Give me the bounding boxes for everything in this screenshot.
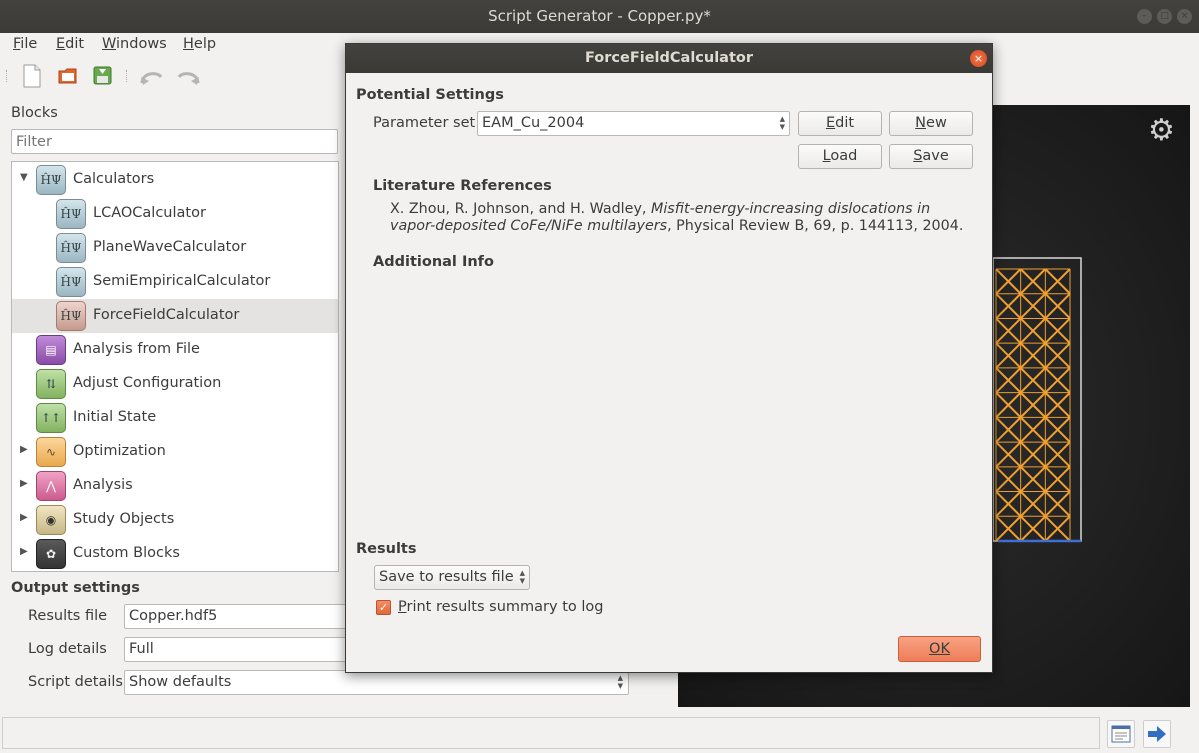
script-details-value: Show defaults [129,674,232,690]
log-window-icon[interactable] [1107,720,1135,748]
tree-item-initial-state[interactable]: ↑↑ Initial State [12,401,338,435]
tree-item-label: LCAOCalculator [93,205,206,221]
reference-journal: , Physical Review B, 69, p. 144113, 2004… [667,218,964,234]
tree-item-study-objects[interactable]: ▶ ◉ Study Objects [12,503,338,537]
send-arrow-icon[interactable] [1143,720,1171,748]
tree-item-label: Optimization [73,443,166,459]
potential-settings-heading: Potential Settings [356,87,504,103]
updown-arrows-icon: ▲ ▼ [519,569,525,585]
tree-item-calculators[interactable]: ▼ ĤΨ Calculators [12,163,338,197]
optimization-icon: ∿ [36,437,66,467]
results-file-input[interactable]: Copper.hdf5 [124,604,354,629]
load-button[interactable]: Load [798,144,882,169]
adjust-sliders-icon: ⇅ [36,369,66,399]
main-window-titlebar: Script Generator - Copper.py* – □ × [0,0,1199,33]
print-summary-checkbox[interactable]: ✓ [376,600,391,615]
tree-item-label: SemiEmpiricalCalculator [93,273,271,289]
new-file-icon[interactable] [22,64,42,88]
results-mode-select[interactable]: Save to results file ▲ ▼ [374,565,530,590]
tree-item-label: Adjust Configuration [73,375,222,391]
initial-state-icon: ↑↑ [36,403,66,433]
close-icon[interactable]: × [970,50,987,67]
tree-item-semiempirical[interactable]: ĤΨ SemiEmpiricalCalculator [12,265,338,299]
parameter-set-select[interactable]: EAM_Cu_2004 ▲ ▼ [477,111,790,136]
script-details-select[interactable]: Show defaults ▲ ▼ [124,670,629,695]
results-heading: Results [356,541,417,557]
tree-item-label: Calculators [73,171,155,187]
blocks-tree: ▼ ĤΨ Calculators ĤΨ LCAOCalculator ĤΨ Pl… [11,161,339,572]
save-button[interactable]: Save [889,144,973,169]
chevron-right-icon[interactable]: ▶ [20,478,28,489]
chevron-right-icon[interactable]: ▶ [20,546,28,557]
menu-help[interactable]: Help [183,36,216,52]
parameter-set-label: Parameter set [373,115,476,131]
tree-item-label: PlaneWaveCalculator [93,239,247,255]
ok-button-label: OK [929,641,950,657]
tree-item-forcefield[interactable]: ĤΨ ForceFieldCalculator [12,299,338,333]
edit-button[interactable]: Edit [798,111,882,136]
output-settings-heading: Output settings [11,580,140,596]
maximize-icon[interactable]: □ [1157,9,1172,24]
calculator-icon: ĤΨ [56,199,86,229]
reference-authors: X. Zhou, R. Johnson, and H. Wadley, [390,201,651,217]
filter-input[interactable] [11,129,338,154]
status-bar [2,717,1100,749]
tree-item-label: Analysis from File [73,341,200,357]
menu-file[interactable]: File [13,36,37,52]
analysis-icon: ⋀ [36,471,66,501]
study-objects-icon: ◉ [36,505,66,535]
forcefield-calculator-icon: ĤΨ [56,301,86,331]
undo-icon[interactable] [139,67,165,87]
blocks-heading: Blocks [11,105,58,121]
palette-icon: ✿ [36,539,66,569]
open-folder-icon[interactable] [58,66,78,86]
tree-item-planewave[interactable]: ĤΨ PlaneWaveCalculator [12,231,338,265]
menu-edit[interactable]: Edit [56,36,84,52]
tree-item-label: Initial State [73,409,157,425]
chevron-down-icon[interactable]: ▼ [20,172,28,183]
save-icon[interactable] [93,66,113,86]
chevron-right-icon[interactable]: ▶ [20,512,28,523]
log-details-label: Log details [28,641,107,657]
toolbar-separator [126,70,128,82]
print-summary-label-text: rint results summary to log [406,599,604,615]
toolbar-grip [6,70,8,82]
forcefield-calculator-dialog: ForceFieldCalculator × Potential Setting… [345,43,993,673]
tree-item-label: Custom Blocks [73,545,180,561]
results-mode-value: Save to results file [379,569,514,585]
calculator-icon: ĤΨ [36,165,66,195]
print-summary-label[interactable]: Print results summary to log [398,599,603,615]
updown-arrows-icon: ▲ ▼ [617,674,623,690]
calculator-icon: ĤΨ [56,267,86,297]
gear-icon[interactable]: ⚙ [1148,116,1175,146]
dialog-title: ForceFieldCalculator [346,44,992,73]
minimize-icon[interactable]: – [1137,9,1152,24]
calculator-icon: ĤΨ [56,233,86,263]
ok-button[interactable]: OK [898,636,981,662]
tree-item-adjust-configuration[interactable]: ⇅ Adjust Configuration [12,367,338,401]
tree-item-label: Analysis [73,477,133,493]
window-title: Script Generator - Copper.py* [488,7,711,25]
updown-arrows-icon: ▲ ▼ [779,115,785,131]
literature-reference-text: X. Zhou, R. Johnson, and H. Wadley, Misf… [390,201,970,235]
literature-references-heading: Literature References [373,178,552,194]
chevron-right-icon[interactable]: ▶ [20,444,28,455]
menu-windows[interactable]: Windows [102,36,167,52]
tree-item-label: ForceFieldCalculator [93,307,240,323]
tree-item-analysis[interactable]: ▶ ⋀ Analysis [12,469,338,503]
close-window-icon[interactable]: × [1177,9,1192,24]
tree-item-optimization[interactable]: ▶ ∿ Optimization [12,435,338,469]
tree-item-custom-blocks[interactable]: ▶ ✿ Custom Blocks [12,537,338,571]
log-details-select[interactable]: Full [124,637,354,662]
new-button[interactable]: New [889,111,973,136]
script-details-label: Script details [28,674,123,690]
tree-item-lcao[interactable]: ĤΨ LCAOCalculator [12,197,338,231]
parameter-set-value: EAM_Cu_2004 [482,115,585,131]
additional-info-heading: Additional Info [373,254,494,270]
tree-item-analysis-from-file[interactable]: ▤ Analysis from File [12,333,338,367]
results-file-label: Results file [28,608,108,624]
redo-icon[interactable] [175,67,201,87]
tree-item-label: Study Objects [73,511,175,527]
analysis-file-icon: ▤ [36,335,66,365]
